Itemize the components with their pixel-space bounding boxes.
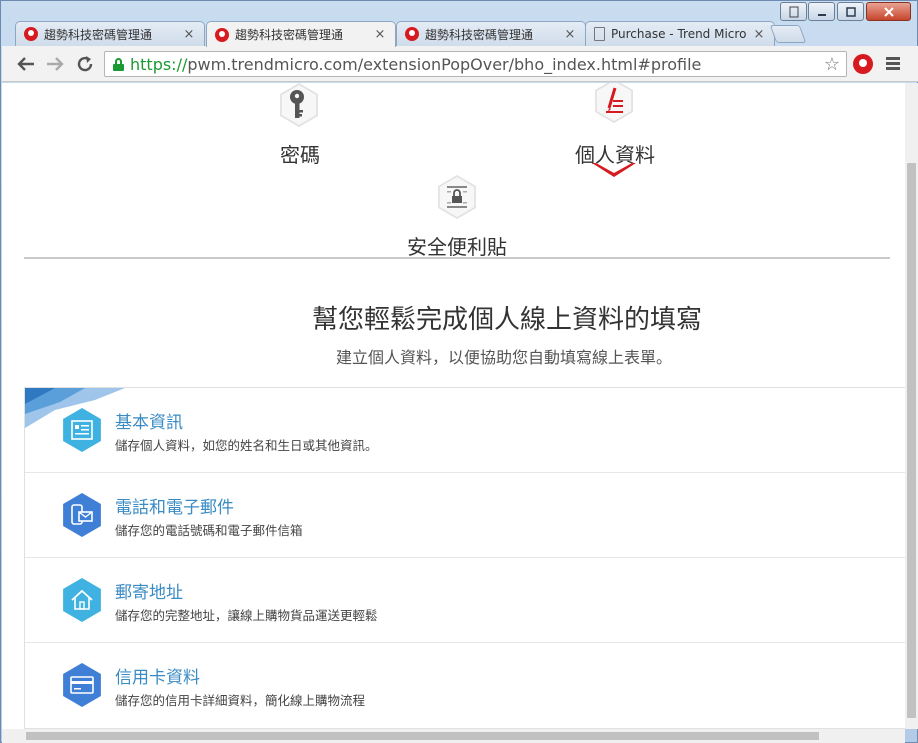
id-card-icon — [63, 408, 101, 452]
nav-profile-button[interactable] — [592, 83, 636, 123]
new-tab-button[interactable] — [769, 25, 807, 43]
vertical-scroll-thumb[interactable] — [907, 163, 916, 718]
tab-strip: 趨勢科技密碼管理通 × 趨勢科技密碼管理通 × 趨勢科技密碼管理通 × Purc… — [15, 21, 815, 47]
tab-2[interactable]: 趨勢科技密碼管理通 × — [206, 21, 396, 47]
nav-password-button[interactable] — [277, 83, 321, 127]
address-bar[interactable]: https://pwm.trendmicro.com/extensionPopO… — [104, 51, 847, 77]
bookmark-star-icon[interactable]: ☆ — [824, 54, 840, 75]
active-tab-chevron-icon — [592, 163, 636, 177]
horizontal-scrollbar[interactable] — [2, 729, 905, 743]
list-item-credit-card[interactable]: 信用卡資料 儲存您的信用卡詳細資料，簡化線上購物流程 — [25, 643, 905, 728]
list-item-title[interactable]: 信用卡資料 — [115, 663, 200, 688]
tab-close-icon[interactable]: × — [752, 27, 766, 42]
trendmicro-favicon-icon — [405, 27, 419, 41]
secure-lock-icon — [113, 57, 124, 71]
tab-close-icon[interactable]: × — [182, 27, 196, 42]
list-item-title[interactable]: 郵寄地址 — [115, 578, 183, 603]
trendmicro-favicon-icon — [24, 27, 38, 41]
url-text: pwm.trendmicro.com/extensionPopOver/bho_… — [187, 54, 702, 74]
tab-close-icon[interactable]: × — [373, 27, 387, 42]
tab-label: 趨勢科技密碼管理通 — [44, 27, 153, 42]
horizontal-scroll-thumb[interactable] — [26, 732, 819, 740]
minimize-button[interactable] — [808, 2, 835, 21]
page-content: 密碼 個人資料 安全便利貼 幫您輕鬆完成個人線上資料的填寫 建立個人資料，以便協… — [2, 83, 905, 729]
list-item-description: 儲存個人資料，如您的姓名和生日或其他資訊。 — [115, 438, 378, 453]
maximize-button[interactable] — [837, 2, 864, 21]
list-item-phone-email[interactable]: 電話和電子郵件 儲存您的電話號碼和電子郵件信箱 — [25, 473, 905, 558]
url-scheme: https:// — [130, 54, 188, 74]
home-icon — [63, 578, 101, 622]
reload-button[interactable] — [74, 53, 96, 75]
trendmicro-favicon-icon — [215, 27, 229, 42]
menu-icon[interactable] — [886, 57, 900, 71]
forward-button[interactable] — [44, 53, 66, 75]
browser-toolbar: https://pwm.trendmicro.com/extensionPopO… — [2, 46, 918, 82]
hero-subtitle: 建立個人資料，以便協助您自動填寫線上表單。 — [335, 348, 672, 367]
vertical-scrollbar[interactable] — [905, 83, 918, 729]
list-item-title[interactable]: 電話和電子郵件 — [115, 493, 234, 518]
key-icon — [290, 90, 304, 118]
list-item-description: 儲存您的完整地址，讓線上購物貨品運送更輕鬆 — [115, 608, 378, 623]
nav-secure-notes-label[interactable]: 安全便利貼 — [407, 231, 507, 260]
back-button[interactable] — [15, 53, 37, 75]
tab-label: 趨勢科技密碼管理通 — [235, 28, 344, 42]
tab-close-icon[interactable]: × — [563, 27, 577, 42]
window-close-button[interactable] — [866, 2, 911, 21]
tab-4[interactable]: Purchase - Trend Micro × — [585, 21, 775, 46]
list-item-title[interactable]: 基本資訊 — [115, 408, 183, 433]
tab-label: 趨勢科技密碼管理通 — [425, 27, 534, 42]
profile-pen-icon — [606, 87, 623, 113]
list-item-description: 儲存您的電話號碼和電子郵件信箱 — [115, 523, 303, 538]
nav-password-label[interactable]: 密碼 — [280, 139, 320, 168]
document-icon — [594, 27, 605, 41]
tab-label: Purchase - Trend Micro — [611, 27, 747, 41]
trendmicro-extension-icon[interactable] — [853, 54, 873, 74]
nav-divider — [24, 257, 890, 259]
tab-1[interactable]: 趨勢科技密碼管理通 × — [15, 21, 205, 46]
hero-title: 幫您輕鬆完成個人線上資料的填寫 — [311, 305, 702, 335]
credit-card-icon — [63, 663, 101, 707]
nav-secure-notes-button[interactable] — [435, 175, 479, 219]
list-item-mailing-address[interactable]: 郵寄地址 儲存您的完整地址，讓線上購物貨品運送更輕鬆 — [25, 558, 905, 643]
list-item-description: 儲存您的信用卡詳細資料，簡化線上購物流程 — [115, 693, 366, 708]
list-item-basic-info[interactable]: 基本資訊 儲存個人資料，如您的姓名和生日或其他資訊。 — [25, 388, 905, 473]
profile-section-list: 基本資訊 儲存個人資料，如您的姓名和生日或其他資訊。 電話和電子郵件 儲存您的電… — [24, 387, 905, 729]
secure-note-icon — [447, 186, 467, 208]
user-profile-button[interactable] — [780, 2, 807, 21]
tab-3[interactable]: 趨勢科技密碼管理通 × — [396, 21, 586, 46]
browser-window: 趨勢科技密碼管理通 × 趨勢科技密碼管理通 × 趨勢科技密碼管理通 × Purc… — [0, 0, 918, 743]
phone-mail-icon — [63, 493, 101, 537]
